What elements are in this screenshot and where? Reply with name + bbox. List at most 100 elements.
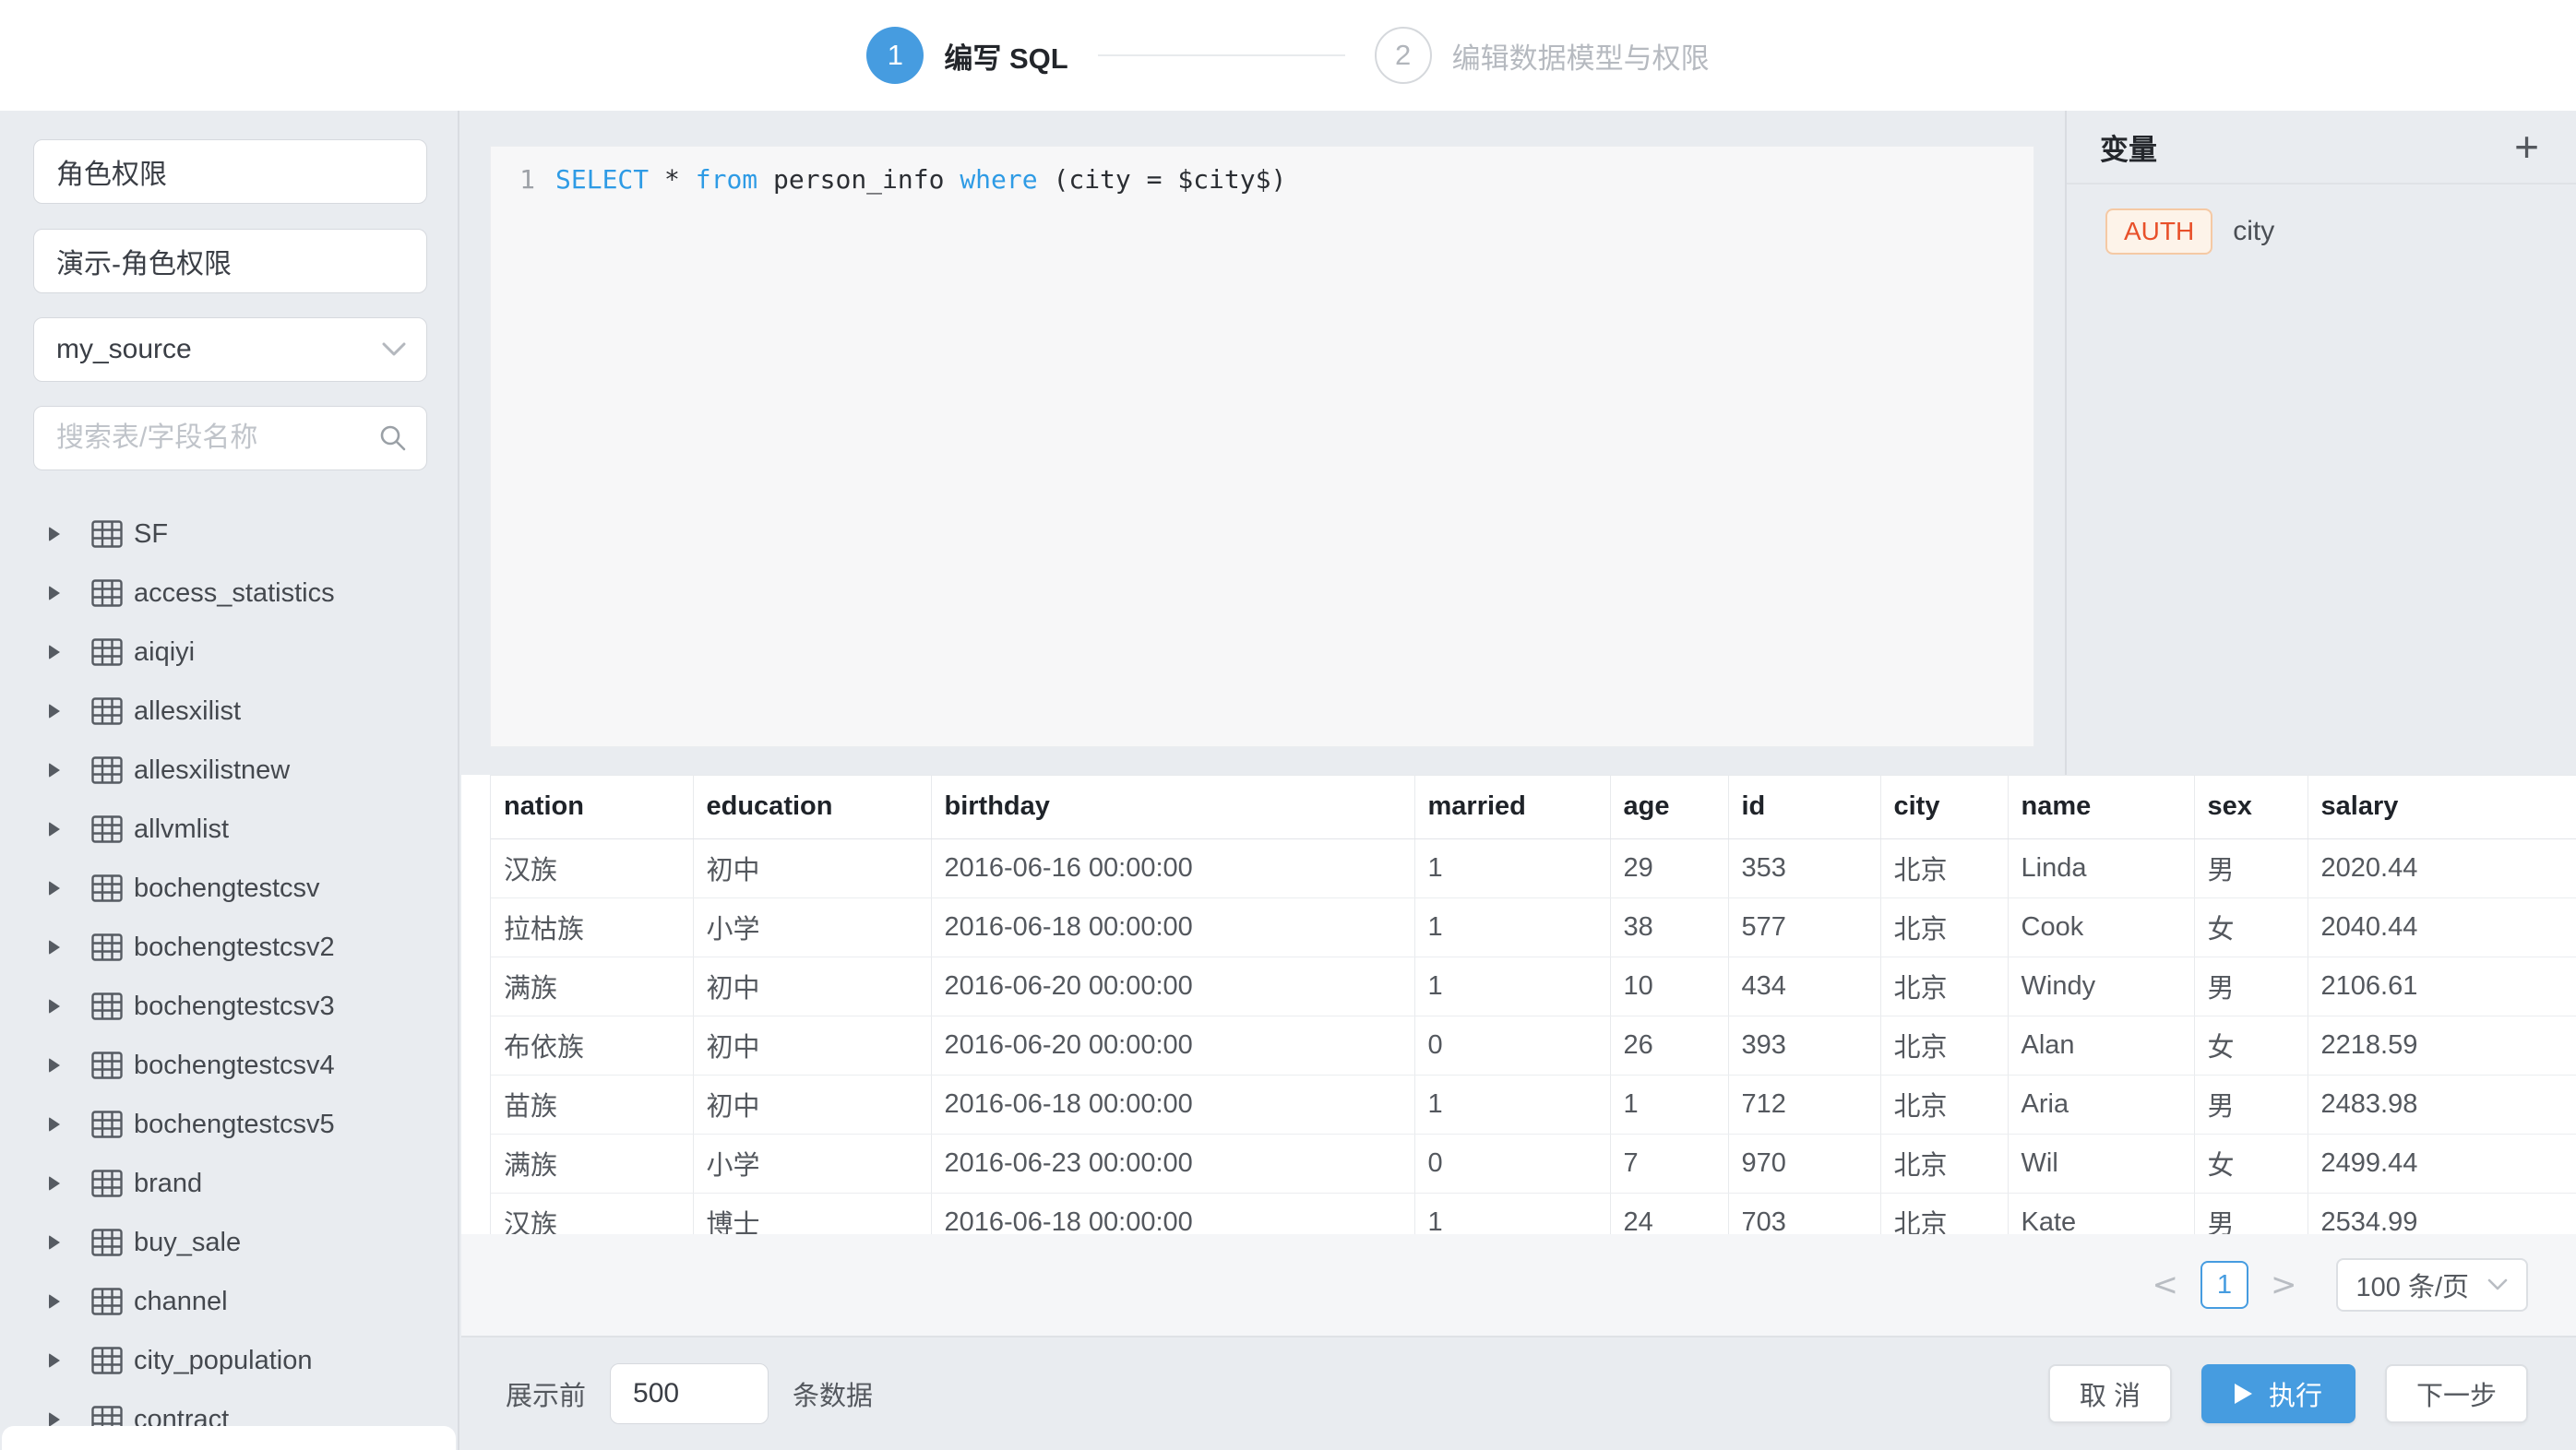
tree-item-table[interactable]: city_population <box>0 1331 458 1390</box>
expand-caret-icon[interactable] <box>49 822 60 837</box>
expand-caret-icon[interactable] <box>49 1058 60 1073</box>
chevron-down-icon <box>382 342 406 357</box>
tree-item-label: bochengtestcsv3 <box>134 992 335 1022</box>
next-page-icon[interactable]: > <box>2258 1266 2310 1303</box>
expand-caret-icon[interactable] <box>49 763 60 778</box>
cancel-button[interactable]: 取 消 <box>2048 1364 2172 1423</box>
tree-item-table[interactable]: brand <box>0 1154 458 1213</box>
auth-tag: AUTH <box>2105 208 2212 255</box>
step-2-circle: 2 <box>1375 27 1432 84</box>
limit-suffix-label: 条数据 <box>793 1374 873 1413</box>
table-grid-icon <box>91 1111 123 1138</box>
datasource-select[interactable]: my_source <box>33 317 427 382</box>
column-header-married: married <box>1414 776 1610 838</box>
cell-city: 北京 <box>1880 1193 2008 1234</box>
cell-married: 1 <box>1414 1193 1610 1234</box>
cell-city: 北京 <box>1880 957 2008 1016</box>
stepper: 1 编写 SQL 2 编辑数据模型与权限 <box>866 27 1709 84</box>
expand-caret-icon[interactable] <box>49 1294 60 1309</box>
tree-item-table[interactable]: allesxilist <box>0 682 458 741</box>
sql-text: (city = $city$) <box>1038 164 1287 195</box>
variable-item[interactable]: AUTH city <box>2105 208 2576 255</box>
cell-id: 970 <box>1728 1134 1880 1193</box>
expand-caret-icon[interactable] <box>49 645 60 660</box>
cell-nation: 拉枯族 <box>491 897 693 957</box>
cell-sex: 男 <box>2194 957 2308 1016</box>
expand-caret-icon[interactable] <box>49 940 60 955</box>
tree-item-table[interactable]: bochengtestcsv3 <box>0 977 458 1036</box>
tree-item-table[interactable]: SF <box>0 505 458 564</box>
sql-editor[interactable]: 1 SELECT * from person_info where (city … <box>490 146 2034 747</box>
table-row: 汉族初中2016-06-16 00:00:00129353北京Linda男202… <box>491 838 2576 897</box>
sidebar: my_source SF access_statistics aiqiyi <box>0 111 459 1450</box>
tree-item-table[interactable]: channel <box>0 1272 458 1331</box>
column-header-salary: salary <box>2308 776 2576 838</box>
tree-item-table[interactable]: allvmlist <box>0 800 458 859</box>
tree-item-table[interactable]: access_statistics <box>0 564 458 623</box>
expand-caret-icon[interactable] <box>49 1117 60 1132</box>
tree-item-table[interactable]: bochengtestcsv2 <box>0 918 458 977</box>
play-icon <box>2235 1384 2252 1404</box>
tree-item-label: bochengtestcsv5 <box>134 1110 335 1140</box>
column-header-age: age <box>1610 776 1728 838</box>
cell-age: 24 <box>1610 1193 1728 1234</box>
expand-caret-icon[interactable] <box>49 881 60 896</box>
cell-education: 初中 <box>693 1075 931 1134</box>
step-1-write-sql[interactable]: 1 编写 SQL <box>866 27 1067 84</box>
tree-item-table[interactable]: bochengtestcsv <box>0 859 458 918</box>
cell-name: Alan <box>2008 1016 2194 1075</box>
cell-age: 10 <box>1610 957 1728 1016</box>
bottom-bar: 展示前 条数据 取 消 执行 下一步 <box>461 1336 2576 1450</box>
expand-caret-icon[interactable] <box>49 1176 60 1191</box>
tree-item-table[interactable]: aiqiyi <box>0 623 458 682</box>
expand-caret-icon[interactable] <box>49 1235 60 1250</box>
expand-caret-icon[interactable] <box>49 999 60 1014</box>
table-grid-icon <box>91 1347 123 1374</box>
cell-married: 1 <box>1414 897 1610 957</box>
cell-salary: 2534.99 <box>2308 1193 2576 1234</box>
tree-item-table[interactable]: bochengtestcsv5 <box>0 1095 458 1154</box>
display-name-input[interactable] <box>33 229 427 293</box>
column-header-birthday: birthday <box>931 776 1414 838</box>
cell-id: 393 <box>1728 1016 1880 1075</box>
tree-item-table[interactable]: bochengtestcsv4 <box>0 1036 458 1095</box>
role-name-input[interactable] <box>33 139 427 204</box>
prev-page-icon[interactable]: < <box>2140 1266 2192 1303</box>
tree-item-table[interactable]: allesxilistnew <box>0 741 458 800</box>
table-grid-icon <box>91 579 123 607</box>
expand-caret-icon[interactable] <box>49 704 60 719</box>
table-grid-icon <box>91 1170 123 1197</box>
sql-text: * <box>649 164 696 195</box>
cell-education: 博士 <box>693 1193 931 1234</box>
cell-id: 703 <box>1728 1193 1880 1234</box>
cell-nation: 布依族 <box>491 1016 693 1075</box>
add-variable-button[interactable]: + <box>2514 125 2539 168</box>
cell-name: Aria <box>2008 1075 2194 1134</box>
expand-caret-icon[interactable] <box>49 586 60 600</box>
horizontal-scrollbar[interactable] <box>2 1426 456 1450</box>
page-size-select[interactable]: 100 条/页 <box>2336 1258 2529 1312</box>
step-2-edit-model[interactable]: 2 编辑数据模型与权限 <box>1375 27 1710 84</box>
expand-caret-icon[interactable] <box>49 1412 60 1427</box>
page-size-value: 100 条/页 <box>2356 1266 2470 1304</box>
column-header-nation: nation <box>491 776 693 838</box>
search-input[interactable] <box>33 406 427 470</box>
table-grid-icon <box>91 697 123 725</box>
sql-keyword: from <box>696 164 757 195</box>
cell-sex: 女 <box>2194 1016 2308 1075</box>
cell-married: 1 <box>1414 957 1610 1016</box>
variables-title: 变量 <box>2100 126 2157 168</box>
next-step-button[interactable]: 下一步 <box>2385 1364 2528 1423</box>
cell-age: 29 <box>1610 838 1728 897</box>
cell-salary: 2106.61 <box>2308 957 2576 1016</box>
row-limit-input[interactable] <box>610 1363 769 1424</box>
table-row: 苗族初中2016-06-18 00:00:0011712北京Aria男2483.… <box>491 1075 2576 1134</box>
cell-married: 0 <box>1414 1016 1610 1075</box>
tree-item-table[interactable]: buy_sale <box>0 1213 458 1272</box>
page-number-button[interactable]: 1 <box>2200 1261 2248 1309</box>
pagination-bar: < 1 > 100 条/页 <box>461 1234 2576 1336</box>
cell-name: Wil <box>2008 1134 2194 1193</box>
expand-caret-icon[interactable] <box>49 1353 60 1368</box>
run-button[interactable]: 执行 <box>2201 1364 2355 1423</box>
expand-caret-icon[interactable] <box>49 527 60 541</box>
